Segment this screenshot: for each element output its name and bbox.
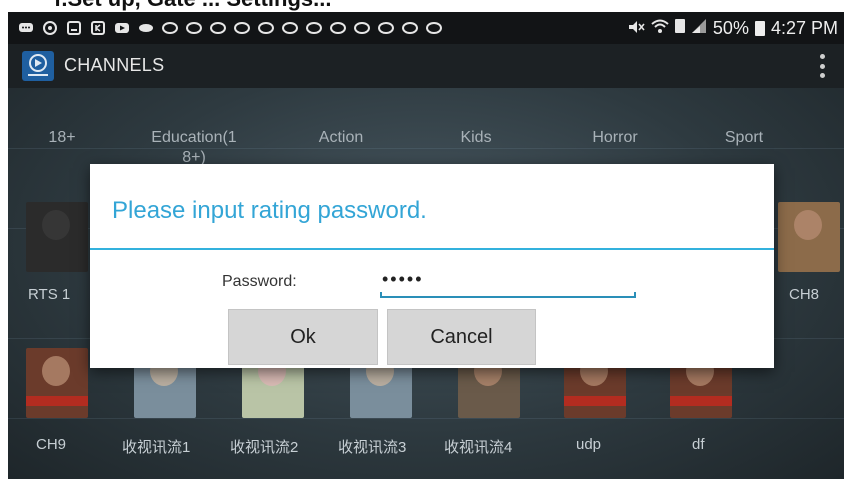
app-logo-icon xyxy=(22,51,54,81)
tab-education[interactable]: Education(1 8+) xyxy=(144,128,244,168)
screenshot-icon xyxy=(66,20,82,36)
app-title: CHANNELS xyxy=(64,55,165,75)
ok-button[interactable]: Ok xyxy=(228,309,378,365)
battery-icon xyxy=(754,21,765,36)
app-bar: CHANNELS xyxy=(8,44,844,88)
overflow-menu-icon[interactable] xyxy=(820,54,826,78)
password-input[interactable] xyxy=(380,262,640,296)
background-streak xyxy=(8,418,844,419)
sync-icon-7 xyxy=(306,20,322,36)
status-right: 50% 4:27 PM xyxy=(627,18,838,39)
channel-label: CH9 xyxy=(36,436,67,453)
cancel-button[interactable]: Cancel xyxy=(387,309,536,365)
channel-tile-ch8[interactable] xyxy=(778,202,840,272)
sim-icon xyxy=(674,18,685,39)
cloud-icon xyxy=(138,20,154,36)
password-label: Password: xyxy=(222,273,297,290)
rating-password-dialog: Please input rating password. Password: … xyxy=(90,164,774,368)
channel-label: df xyxy=(692,436,705,453)
channel-label: 收视讯流2 xyxy=(230,439,299,456)
app-k-icon xyxy=(90,20,106,36)
channel-tile-rts1[interactable] xyxy=(26,202,88,272)
password-underline xyxy=(380,292,636,298)
channel-label: 收视讯流3 xyxy=(338,439,407,456)
youtube-icon xyxy=(114,20,130,36)
channel-label: RTS 1 xyxy=(28,286,71,303)
tab-action[interactable]: Action xyxy=(291,128,391,148)
sync-icon-12 xyxy=(426,20,442,36)
sync-icon-2 xyxy=(186,20,202,36)
channel-label: 收视讯流1 xyxy=(122,439,191,456)
tab-sport[interactable]: Sport xyxy=(694,128,794,148)
sync-icon-1 xyxy=(162,20,178,36)
sync-icon-8 xyxy=(330,20,346,36)
sync-icon-10 xyxy=(378,20,394,36)
chat-icon xyxy=(18,20,34,36)
cropped-caption: f.Set up, Gate ... Settings... xyxy=(0,0,846,12)
channel-label: udp xyxy=(576,436,602,453)
sync-icon-9 xyxy=(354,20,370,36)
sync-icon-6 xyxy=(282,20,298,36)
tab-18plus[interactable]: 18+ xyxy=(12,128,112,148)
wifi-icon xyxy=(651,18,669,39)
clock: 4:27 PM xyxy=(770,18,838,38)
channel-label: CH8 xyxy=(789,286,820,303)
status-bar: 50% 4:27 PM xyxy=(8,12,844,44)
sync-icon-11 xyxy=(402,20,418,36)
notification-icons xyxy=(18,20,442,36)
channel-label: 收视讯流4 xyxy=(444,439,513,456)
sync-icon-4 xyxy=(234,20,250,36)
timer-icon xyxy=(42,20,58,36)
sync-icon-5 xyxy=(258,20,274,36)
channel-tile-ch9[interactable] xyxy=(26,348,88,418)
tab-horror[interactable]: Horror xyxy=(565,128,665,148)
mute-icon xyxy=(627,18,645,39)
signal-icon xyxy=(691,18,707,39)
tab-kids[interactable]: Kids xyxy=(426,128,526,148)
device-screen: 50% 4:27 PM CHANNELS 18+ Education(1 8+)… xyxy=(8,12,844,479)
sync-icon-3 xyxy=(210,20,226,36)
dialog-title: Please input rating password. xyxy=(112,197,427,224)
dialog-divider xyxy=(90,248,774,250)
battery-percent: 50% xyxy=(712,18,749,38)
